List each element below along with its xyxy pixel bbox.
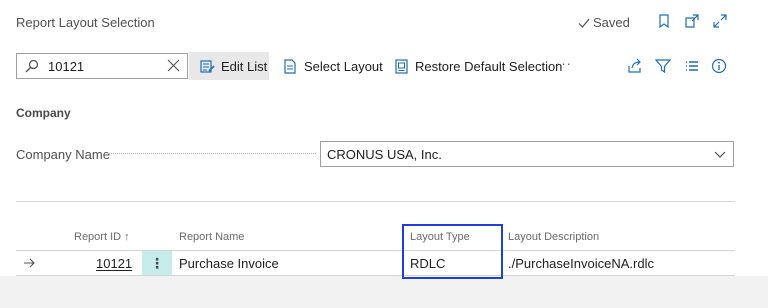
list-empty-area: [0, 276, 768, 308]
column-header-report-name[interactable]: Report Name: [179, 231, 244, 243]
info-icon[interactable]: [711, 58, 727, 74]
report-id-cell[interactable]: 10121: [96, 256, 132, 271]
restore-default-icon: [395, 58, 408, 74]
company-name-value: CRONUS USA, Inc.: [327, 147, 442, 162]
page-title: Report Layout Selection: [16, 15, 155, 30]
search-input[interactable]: 10121: [16, 53, 188, 79]
column-header-report-id[interactable]: Report ID ↑: [74, 231, 130, 243]
section-divider: [16, 201, 735, 202]
edit-list-label: Edit List: [221, 58, 268, 74]
saved-status: Saved: [578, 15, 630, 30]
filter-icon[interactable]: [655, 58, 671, 74]
bookmark-icon[interactable]: [656, 13, 672, 29]
select-layout-label: Select Layout: [304, 58, 383, 74]
select-layout-icon: [284, 58, 296, 74]
search-icon: [25, 59, 39, 73]
edit-list-button[interactable]: Edit List: [189, 52, 269, 80]
checkmark-icon: [578, 18, 590, 28]
restore-default-selection-button[interactable]: Restore Default Selection: [394, 52, 562, 80]
expand-icon[interactable]: [712, 13, 728, 29]
row-actions-menu-button[interactable]: ⋮: [142, 251, 172, 275]
list-view-icon[interactable]: [684, 58, 700, 74]
chevron-down-icon: [714, 151, 726, 158]
row-selector-arrow-icon[interactable]: [16, 250, 44, 276]
open-new-window-icon[interactable]: [684, 13, 700, 29]
layout-type-highlight-box: [402, 224, 503, 279]
company-section-title: Company: [16, 106, 71, 120]
saved-label: Saved: [593, 15, 630, 30]
restore-default-label: Restore Default Selection: [415, 58, 563, 74]
layout-description-cell[interactable]: ./PurchaseInvoiceNA.rdlc: [508, 256, 654, 271]
field-leader-dots: [108, 153, 316, 154]
report-id-header-label: Report ID: [74, 231, 122, 243]
report-name-cell: Purchase Invoice: [179, 256, 279, 271]
edit-list-icon: [200, 59, 215, 73]
select-layout-button[interactable]: Select Layout: [283, 52, 383, 80]
more-actions-button[interactable]: ···: [556, 56, 572, 71]
share-icon[interactable]: [627, 58, 643, 74]
clear-icon[interactable]: [167, 59, 180, 72]
sort-ascending-icon: ↑: [124, 231, 130, 243]
column-header-layout-description[interactable]: Layout Description: [508, 231, 599, 243]
company-name-label: Company Name: [16, 147, 110, 162]
search-value: 10121: [48, 59, 85, 74]
company-name-select[interactable]: CRONUS USA, Inc.: [320, 141, 734, 167]
